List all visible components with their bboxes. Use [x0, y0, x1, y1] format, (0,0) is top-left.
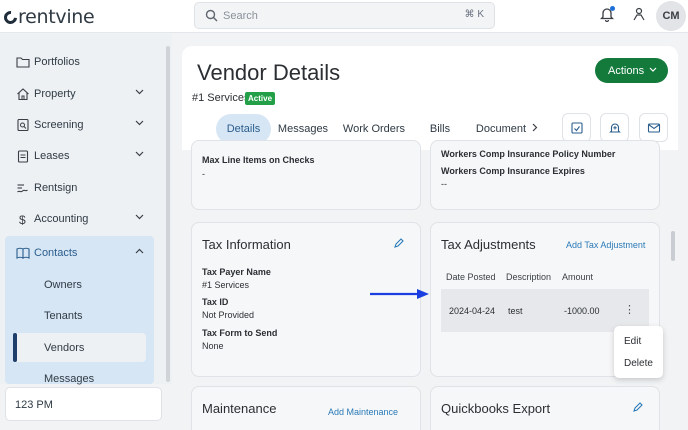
search-shortcut: ⌘ K	[464, 9, 484, 20]
email-button[interactable]	[639, 113, 668, 142]
pencil-icon[interactable]	[393, 237, 405, 249]
search-input[interactable]	[223, 7, 443, 25]
page-title: Vendor Details	[197, 60, 341, 85]
card-checks: Max Line Items on Checks -	[191, 140, 421, 210]
menu-item-delete[interactable]: Delete	[624, 358, 653, 369]
field-value: Not Provided	[202, 310, 255, 320]
screening-icon	[17, 118, 29, 132]
reminder-button[interactable]	[600, 113, 629, 142]
field-label: Workers Comp Insurance Expires	[441, 166, 585, 176]
add-maintenance-link[interactable]: Add Maintenance	[328, 407, 398, 417]
column-header: Date Posted	[446, 272, 496, 282]
search-bar[interactable]: ⌘ K	[194, 2, 495, 29]
more-options-icon[interactable]: ⋮	[624, 303, 635, 316]
app-logo[interactable]: rentvine	[1, 6, 95, 28]
field-value: -	[202, 169, 205, 179]
avatar[interactable]: CM	[656, 1, 686, 31]
active-indicator	[13, 333, 17, 362]
sidebar-sub-tenants[interactable]: Tenants	[44, 310, 83, 322]
add-tax-adjustment-link[interactable]: Add Tax Adjustment	[566, 240, 645, 250]
field-label: Max Line Items on Checks	[202, 155, 315, 165]
sidebar-scrollbar[interactable]	[166, 46, 170, 382]
logo-text: rentvine	[18, 6, 95, 28]
chevron-up-icon	[135, 248, 144, 254]
annotation-arrow-icon	[370, 289, 429, 299]
chevron-down-icon	[135, 214, 144, 220]
actions-button[interactable]: Actions	[595, 58, 668, 83]
notifications-button[interactable]	[599, 6, 615, 27]
sidebar-sub-vendors[interactable]: Vendors	[44, 342, 84, 354]
user-menu-button[interactable]	[632, 7, 646, 26]
field-label: Workers Comp Insurance Policy Number	[441, 149, 616, 159]
sidebar-item-label: Leases	[34, 150, 70, 162]
dollar-icon: $	[19, 213, 26, 226]
card-title: Quickbooks Export	[441, 401, 551, 416]
field-value: --	[441, 179, 447, 189]
task-icon	[571, 122, 583, 134]
chevron-down-icon	[649, 67, 657, 72]
vendor-name: #1 Services	[192, 92, 250, 104]
bell-add-icon	[609, 123, 621, 133]
sidebar-sub-messages[interactable]: Messages	[44, 373, 94, 385]
sidebar-item-contacts[interactable]: Contacts	[8, 239, 154, 267]
sidebar-sub-owners[interactable]: Owners	[44, 279, 82, 291]
sidebar-item-label: Contacts	[34, 247, 78, 259]
notification-dot	[610, 6, 615, 11]
sidebar-item-rentsign[interactable]: Rentsign	[8, 174, 154, 202]
field-label: Tax Payer Name	[202, 267, 271, 277]
sidebar-item-label: Property	[34, 88, 76, 100]
sidebar-item-label: Accounting	[34, 213, 89, 225]
svg-text:$: $	[19, 213, 26, 226]
house-icon	[17, 88, 29, 101]
column-header: Amount	[562, 272, 594, 282]
card-maintenance: Maintenance Add Maintenance	[191, 386, 421, 430]
logo-mark-icon	[1, 8, 20, 27]
card-title: Tax Adjustments	[441, 237, 536, 252]
sidebar-item-leases[interactable]: Leases	[8, 142, 154, 170]
card-title: Tax Information	[202, 237, 291, 252]
sidebar-item-portfolios[interactable]: Portfolios	[8, 48, 154, 76]
clipboard-icon	[17, 150, 29, 163]
row-context-menu: Edit Delete	[614, 326, 663, 378]
folder-icon	[16, 57, 30, 68]
cell-description: test	[508, 306, 523, 316]
card-title: Maintenance	[202, 401, 277, 416]
card-workers-comp: Workers Comp Insurance Policy Number Wor…	[430, 140, 660, 210]
book-icon	[16, 247, 30, 259]
chevron-down-icon	[135, 151, 144, 157]
actions-label: Actions	[608, 65, 645, 77]
sidebar-item-accounting[interactable]: $ Accounting	[8, 205, 154, 233]
search-icon	[205, 9, 218, 22]
field-label: Tax Form to Send	[202, 328, 278, 338]
clock-display: 123 PM	[5, 387, 162, 421]
sidebar-item-screening[interactable]: Screening	[8, 111, 154, 139]
card-quickbooks-export: Quickbooks Export	[430, 386, 660, 430]
main-scrollbar[interactable]	[671, 231, 675, 261]
cell-amount: -1000.00	[564, 306, 600, 316]
signature-icon	[17, 184, 28, 193]
sidebar-item-label: Portfolios	[34, 56, 80, 68]
mail-icon	[647, 123, 661, 133]
task-button[interactable]	[562, 113, 591, 142]
chevron-down-icon	[135, 89, 144, 95]
column-header: Description	[506, 272, 552, 282]
user-icon	[633, 7, 645, 21]
cell-date: 2024-04-24	[449, 306, 496, 316]
status-badge: Active	[245, 92, 276, 105]
sidebar-item-property[interactable]: Property	[8, 80, 154, 108]
sidebar-item-label: Rentsign	[34, 182, 78, 194]
field-value: None	[202, 341, 224, 351]
main-panel: Vendor Details Actions #1 Services Activ…	[182, 46, 678, 430]
menu-item-edit[interactable]: Edit	[624, 336, 641, 347]
pencil-icon[interactable]	[632, 401, 644, 413]
top-bar: rentvine ⌘ K CM	[0, 0, 688, 33]
chevron-down-icon	[135, 120, 144, 126]
chevron-right-icon[interactable]	[532, 123, 538, 132]
field-label: Tax ID	[202, 297, 229, 307]
sidebar-item-label: Screening	[34, 119, 84, 131]
field-value: #1 Services	[202, 280, 250, 290]
